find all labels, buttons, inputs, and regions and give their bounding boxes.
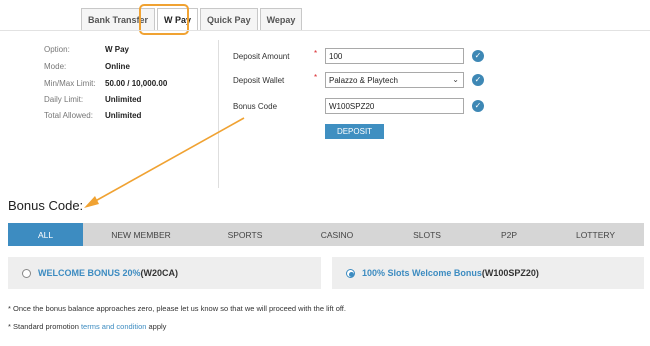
tab-wepay[interactable]: Wepay [259, 8, 303, 31]
bonus-option-code: (W20CA) [140, 268, 179, 278]
tab-w-pay[interactable]: W Pay [157, 8, 199, 31]
deposit-amount-input[interactable]: 100 [325, 48, 464, 64]
wallet-selected-value: Palazzo & Playtech [329, 75, 398, 85]
amount-valid-check-icon: ✓ [472, 50, 484, 62]
filter-sports[interactable]: SPORTS [199, 223, 291, 246]
daily-limit-value: Unlimited [105, 95, 142, 104]
bonus-option-slots-welcome[interactable]: 100% Slots Welcome Bonus (W100SPZ20) [332, 257, 644, 289]
required-mark: * [314, 49, 318, 58]
terms-note-prefix: * Standard promotion [8, 322, 81, 331]
bonus-option-name: 100% Slots Welcome Bonus [362, 268, 482, 278]
tabs-divider [0, 30, 650, 31]
deposit-wallet-select[interactable]: Palazzo & Playtech ⌄ [325, 72, 464, 88]
tab-quick-pay[interactable]: Quick Pay [200, 8, 258, 31]
filter-p2p[interactable]: P2P [471, 223, 547, 246]
tab-bank-transfer[interactable]: Bank Transfer [81, 8, 156, 31]
filter-all[interactable]: ALL [8, 223, 83, 246]
deposit-button[interactable]: DEPOSIT [325, 124, 384, 139]
required-mark: * [314, 73, 318, 82]
mode-label: Mode: [44, 62, 67, 71]
radio-button[interactable] [22, 268, 31, 278]
option-value: W Pay [105, 45, 130, 54]
deposit-amount-label: Deposit Amount [233, 52, 290, 61]
mode-value: Online [105, 62, 130, 71]
minmax-label: Min/Max Limit: [44, 79, 96, 88]
bonus-note: * Once the bonus balance approaches zero… [8, 304, 346, 313]
bonus-code-label: Bonus Code [233, 102, 278, 111]
bonus-code-input[interactable]: W100SPZ20 [325, 98, 464, 114]
bonus-code-heading: Bonus Code: [8, 198, 84, 213]
option-label: Option: [44, 45, 70, 54]
deposit-wallet-label: Deposit Wallet [233, 76, 285, 85]
bonus-option-code: (W100SPZ20) [481, 268, 539, 278]
filter-lottery[interactable]: LOTTERY [547, 223, 644, 246]
vertical-divider [218, 40, 219, 188]
terms-note-suffix: apply [146, 322, 167, 331]
bonus-valid-check-icon: ✓ [472, 100, 484, 112]
minmax-value: 50.00 / 10,000.00 [105, 79, 168, 88]
filter-slots[interactable]: SLOTS [383, 223, 471, 246]
terms-link[interactable]: terms and condition [81, 322, 146, 331]
wallet-valid-check-icon: ✓ [472, 74, 484, 86]
chevron-down-icon: ⌄ [452, 75, 459, 84]
filter-new-member[interactable]: NEW MEMBER [83, 223, 199, 246]
bonus-filter-bar: ALL NEW MEMBER SPORTS CASINO SLOTS P2P L… [8, 223, 644, 246]
total-allowed-value: Unlimited [105, 111, 142, 120]
filter-casino[interactable]: CASINO [291, 223, 383, 246]
daily-limit-label: Daily Limit: [44, 95, 84, 104]
bonus-option-name: WELCOME BONUS 20% [38, 268, 141, 278]
total-allowed-label: Total Allowed: [44, 111, 93, 120]
radio-button-selected[interactable] [346, 268, 355, 278]
bonus-option-welcome-20[interactable]: WELCOME BONUS 20% (W20CA) [8, 257, 321, 289]
terms-note: * Standard promotion terms and condition… [8, 322, 166, 331]
payment-tabs: Bank Transfer W Pay Quick Pay Wepay [81, 8, 304, 31]
